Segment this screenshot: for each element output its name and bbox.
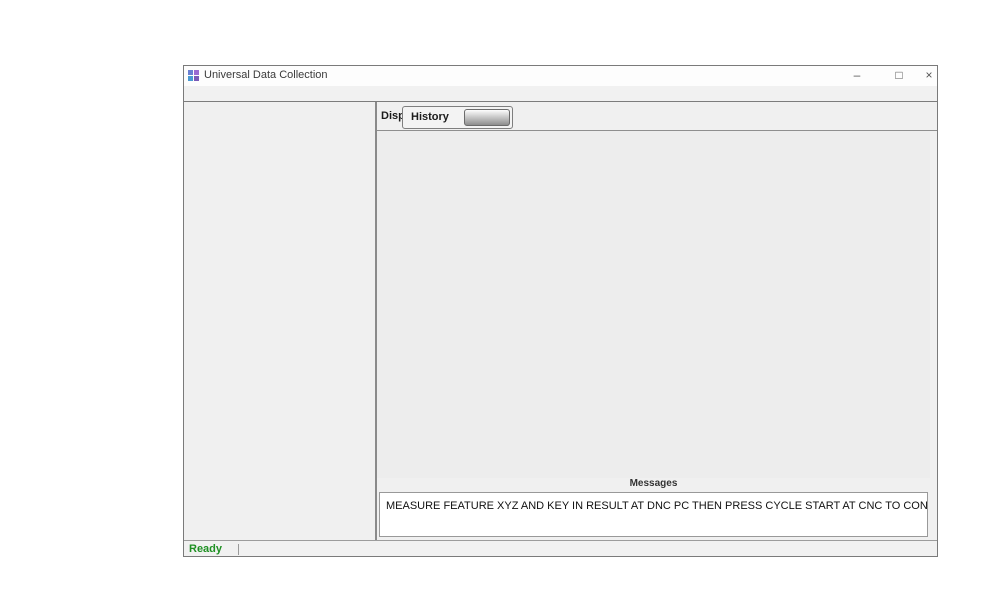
display-bar: Display History	[377, 102, 937, 131]
maximize-button[interactable]: □	[887, 66, 911, 84]
status-bar: Ready	[184, 540, 937, 556]
messages-label: Messages	[377, 478, 930, 492]
toggle-label: History	[411, 111, 449, 123]
close-button[interactable]: ×	[917, 66, 941, 84]
status-ready-text: Ready	[189, 543, 222, 555]
header-info-panel	[184, 102, 375, 540]
data-grid	[377, 131, 930, 478]
minimize-button[interactable]: –	[845, 66, 869, 84]
app-icon	[188, 70, 199, 81]
toggle-knob-icon[interactable]	[464, 109, 510, 126]
screenshot-canvas: Universal Data Collection – □ × Display …	[0, 0, 984, 612]
last-message-box: MEASURE FEATURE XYZ AND KEY IN RESULT AT…	[379, 492, 928, 537]
history-toggle[interactable]: History	[402, 106, 513, 129]
window-title: Universal Data Collection	[204, 69, 328, 81]
status-divider	[238, 544, 239, 555]
menu-bar	[184, 86, 937, 102]
